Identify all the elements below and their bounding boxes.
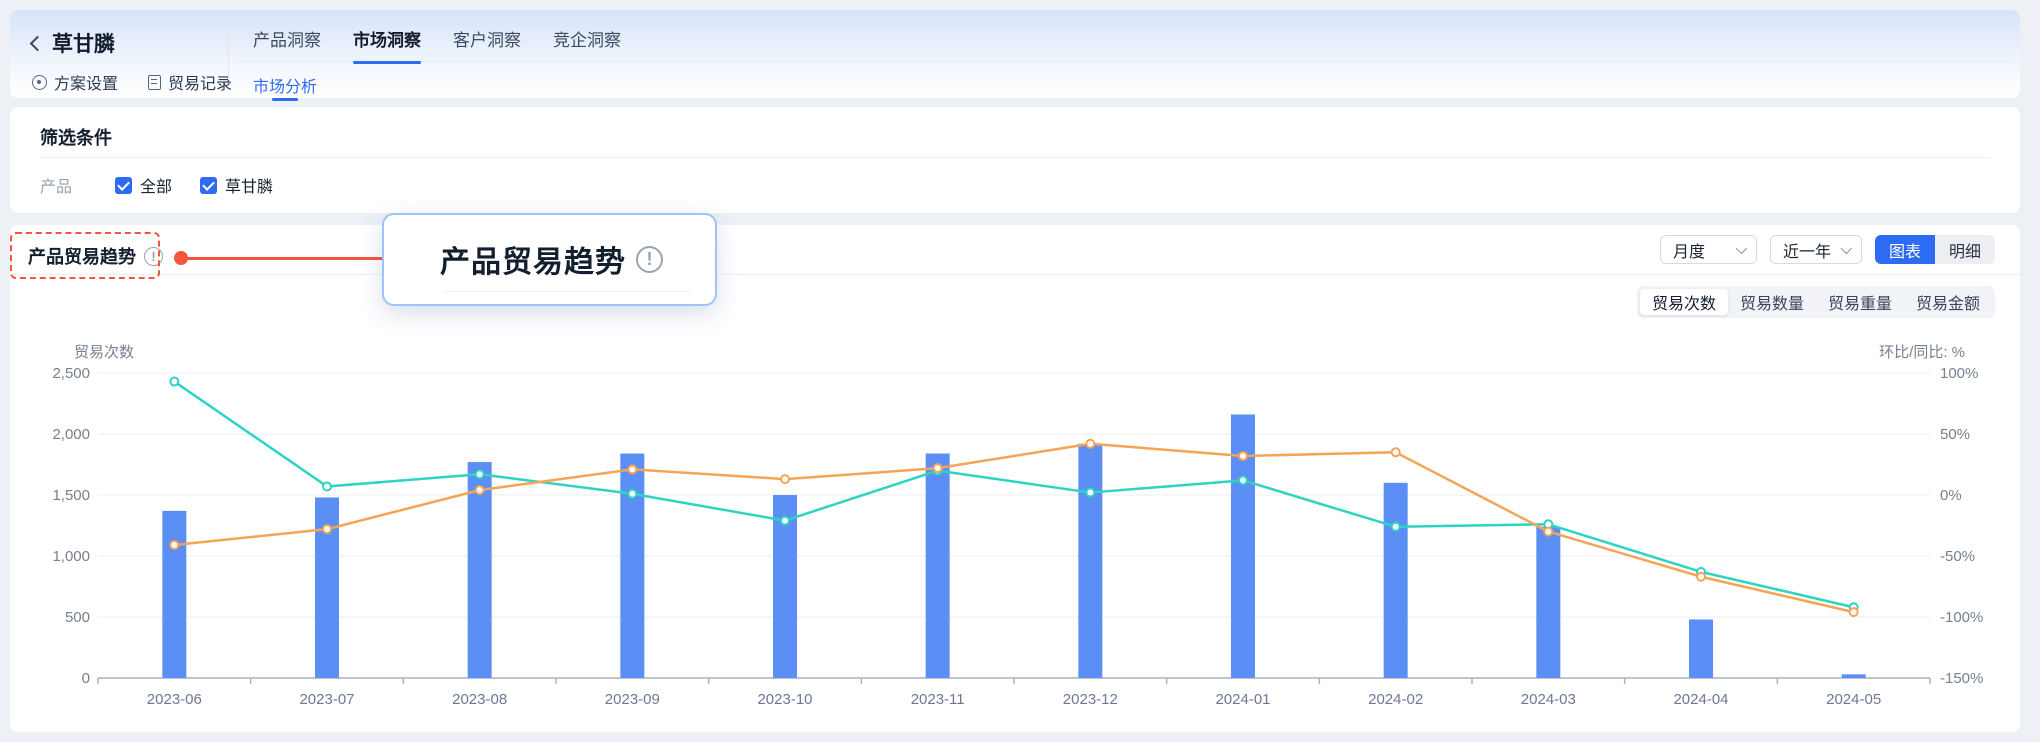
target-icon bbox=[32, 75, 47, 90]
trade-records-label: 贸易记录 bbox=[168, 70, 232, 94]
checkbox-all[interactable]: 全部 bbox=[115, 173, 172, 197]
trade-records-link[interactable]: 贸易记录 bbox=[148, 70, 232, 94]
trend-card: 产品贸易趋势 ! 月度 近一年 图表 明细 贸易次数 贸易数量 贸易重量 贸易金… bbox=[10, 225, 2020, 732]
svg-text:2024-04: 2024-04 bbox=[1673, 691, 1728, 708]
svg-text:1,500: 1,500 bbox=[52, 487, 90, 504]
annotation-callout: 产品贸易趋势 ! bbox=[382, 213, 717, 306]
main-tabs: 产品洞察 市场洞察 客户洞察 竞企洞察 bbox=[253, 26, 621, 64]
svg-text:2,000: 2,000 bbox=[52, 426, 90, 443]
page-title: 草甘膦 bbox=[52, 28, 115, 58]
checkbox-glyphosate[interactable]: 草甘膦 bbox=[200, 173, 273, 197]
checkbox-all-box[interactable] bbox=[115, 177, 132, 194]
filter-divider bbox=[40, 157, 1990, 158]
checkbox-glyphosate-label: 草甘膦 bbox=[225, 173, 273, 197]
checkbox-all-label: 全部 bbox=[140, 173, 172, 197]
svg-text:-100%: -100% bbox=[1940, 609, 1983, 626]
svg-text:环比/同比: %: 环比/同比: % bbox=[1879, 344, 1965, 361]
trend-chart[interactable]: 2,500 100% 2,000 50% 1,500 0% 1,000 -50% 500 -100… bbox=[10, 225, 2020, 732]
svg-text:2023-10: 2023-10 bbox=[757, 691, 812, 708]
callout-info-icon: ! bbox=[636, 246, 663, 273]
svg-text:2023-07: 2023-07 bbox=[299, 691, 354, 708]
svg-text:2024-02: 2024-02 bbox=[1368, 691, 1423, 708]
svg-text:2,500: 2,500 bbox=[52, 365, 90, 382]
subtab-market-analysis[interactable]: 市场分析 bbox=[253, 73, 317, 97]
filter-card: 筛选条件 产品 全部 草甘膦 bbox=[10, 107, 2020, 213]
svg-text:0: 0 bbox=[82, 670, 90, 687]
scheme-settings-link[interactable]: 方案设置 bbox=[32, 70, 118, 94]
svg-text:1,000: 1,000 bbox=[52, 548, 90, 565]
filter-section-title: 筛选条件 bbox=[40, 124, 112, 150]
svg-text:-50%: -50% bbox=[1940, 548, 1975, 565]
callout-title: 产品贸易趋势 bbox=[440, 237, 626, 281]
tab-product-insight[interactable]: 产品洞察 bbox=[253, 26, 321, 64]
tab-market-insight[interactable]: 市场洞察 bbox=[353, 26, 421, 64]
svg-text:100%: 100% bbox=[1940, 365, 1978, 382]
svg-text:50%: 50% bbox=[1940, 426, 1970, 443]
header-divider bbox=[228, 32, 229, 80]
product-field-label: 产品 bbox=[40, 173, 115, 197]
svg-text:2023-11: 2023-11 bbox=[911, 691, 965, 708]
callout-mini-divider bbox=[444, 291, 691, 292]
tab-customer-insight[interactable]: 客户洞察 bbox=[453, 26, 521, 64]
header-card: 草甘膦 方案设置 贸易记录 产品洞察 市场洞察 客户洞察 竞企洞察 市场分析 bbox=[10, 10, 2020, 98]
scheme-settings-label: 方案设置 bbox=[54, 70, 118, 94]
svg-text:0%: 0% bbox=[1940, 487, 1962, 504]
svg-text:2023-12: 2023-12 bbox=[1063, 691, 1118, 708]
back-icon[interactable] bbox=[30, 36, 46, 52]
svg-text:2024-03: 2024-03 bbox=[1521, 691, 1576, 708]
svg-text:2023-06: 2023-06 bbox=[147, 691, 202, 708]
svg-text:贸易次数: 贸易次数 bbox=[74, 344, 134, 361]
subtab-underline bbox=[272, 98, 298, 101]
svg-text:2023-09: 2023-09 bbox=[605, 691, 660, 708]
svg-text:2024-05: 2024-05 bbox=[1826, 691, 1881, 708]
checkbox-glyphosate-box[interactable] bbox=[200, 177, 217, 194]
svg-text:-150%: -150% bbox=[1940, 670, 1983, 687]
tab-competitor-insight[interactable]: 竞企洞察 bbox=[553, 26, 621, 64]
annotation-connector-line bbox=[182, 257, 394, 260]
svg-text:2023-08: 2023-08 bbox=[452, 691, 507, 708]
clipboard-icon bbox=[148, 75, 161, 90]
svg-text:2024-01: 2024-01 bbox=[1215, 691, 1270, 708]
svg-text:500: 500 bbox=[65, 609, 90, 626]
